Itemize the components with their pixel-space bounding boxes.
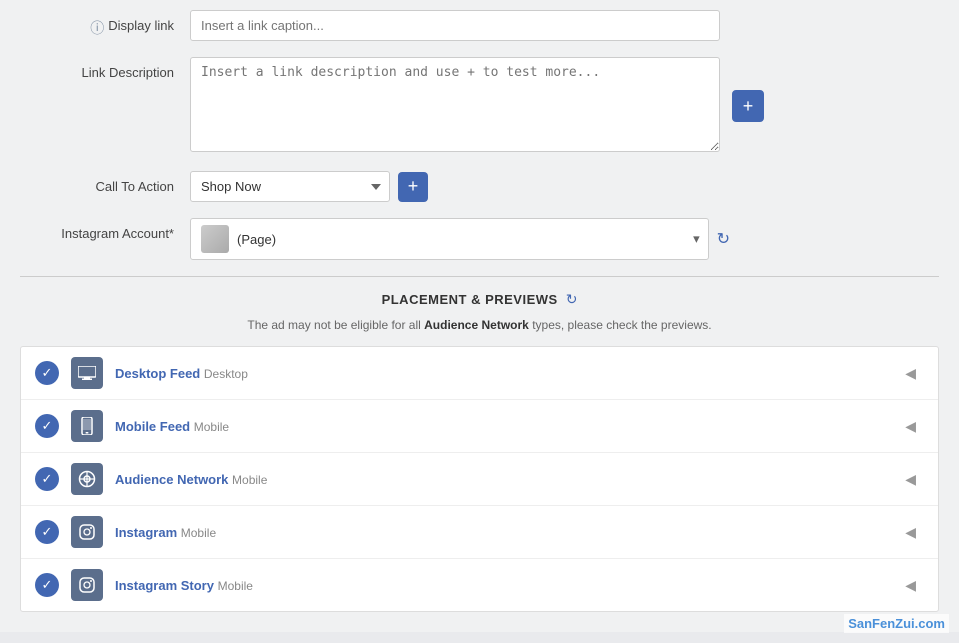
watermark: SanFenZui.com	[844, 614, 949, 633]
audience-network-check[interactable]: ✓	[35, 467, 59, 491]
check-icon: ✓	[42, 524, 53, 540]
instagram-story-check[interactable]: ✓	[35, 573, 59, 597]
link-description-textarea[interactable]	[190, 57, 720, 152]
desktop-feed-check[interactable]: ✓	[35, 361, 59, 385]
cta-select[interactable]: Shop Now Learn More Sign Up Book Now Con…	[190, 171, 390, 202]
description-plus-button[interactable]: +	[732, 90, 764, 122]
cta-controls: Shop Now Learn More Sign Up Book Now Con…	[190, 171, 929, 202]
instagram-select[interactable]: (Page)	[190, 218, 709, 260]
placement-list: ✓ Desktop Feed Desktop ◀ ✓	[20, 346, 939, 612]
instagram-account-control: (Page) ↻	[190, 218, 929, 260]
check-icon: ✓	[42, 365, 53, 381]
mobile-feed-check[interactable]: ✓	[35, 414, 59, 438]
placement-refresh-icon[interactable]: ↻	[566, 291, 578, 308]
display-link-label: ⓘ Display link	[30, 10, 190, 38]
instagram-story-arrow[interactable]: ◀	[897, 573, 924, 598]
desktop-feed-icon	[71, 357, 103, 389]
display-link-input[interactable]	[190, 10, 720, 41]
placement-header: PLACEMENT & PREVIEWS ↻	[20, 291, 939, 308]
section-divider	[20, 276, 939, 277]
textarea-wrapper: +	[190, 57, 720, 155]
placement-item-instagram-story: ✓ Instagram Story Mobile ◀	[21, 559, 938, 611]
placement-item-mobile-feed: ✓ Mobile Feed Mobile ◀	[21, 400, 938, 453]
instagram-story-icon	[71, 569, 103, 601]
placement-item-desktop-feed: ✓ Desktop Feed Desktop ◀	[21, 347, 938, 400]
placement-title: PLACEMENT & PREVIEWS	[382, 292, 558, 307]
link-description-row: Link Description +	[20, 57, 939, 155]
placement-item-instagram: ✓ Instagram Mobile ◀	[21, 506, 938, 559]
instagram-account-label: Instagram Account*	[30, 218, 190, 241]
instagram-story-name: Instagram Story Mobile	[115, 578, 885, 593]
placement-item-audience-network: ✓ Audience Network Mobile ◀	[21, 453, 938, 506]
link-description-control: +	[190, 57, 929, 155]
mobile-feed-arrow[interactable]: ◀	[897, 414, 924, 439]
instagram-account-row: Instagram Account* (Page) ↻	[20, 218, 939, 260]
check-icon: ✓	[42, 577, 53, 593]
link-description-label: Link Description	[30, 57, 190, 80]
mobile-feed-icon	[71, 410, 103, 442]
instagram-controls: (Page) ↻	[190, 218, 730, 260]
instagram-page-label: (Page)	[237, 232, 276, 247]
audience-network-name: Audience Network Mobile	[115, 472, 885, 487]
mobile-feed-name: Mobile Feed Mobile	[115, 419, 885, 434]
instagram-icon	[71, 516, 103, 548]
call-to-action-row: Call To Action Shop Now Learn More Sign …	[20, 171, 939, 202]
audience-network-bold: Audience Network	[424, 318, 529, 332]
instagram-refresh-button[interactable]: ↻	[717, 229, 730, 249]
instagram-name: Instagram Mobile	[115, 525, 885, 540]
help-icon[interactable]: ⓘ	[90, 18, 104, 38]
audience-network-arrow[interactable]: ◀	[897, 467, 924, 492]
instagram-check[interactable]: ✓	[35, 520, 59, 544]
instagram-arrow[interactable]: ◀	[897, 520, 924, 545]
check-icon: ✓	[42, 418, 53, 434]
desktop-feed-arrow[interactable]: ◀	[897, 361, 924, 386]
avatar	[201, 225, 229, 253]
call-to-action-control: Shop Now Learn More Sign Up Book Now Con…	[190, 171, 929, 202]
display-link-row: ⓘ Display link	[20, 10, 939, 41]
desktop-feed-name: Desktop Feed Desktop	[115, 366, 885, 381]
check-icon: ✓	[42, 471, 53, 487]
audience-network-icon	[71, 463, 103, 495]
placement-notice: The ad may not be eligible for all Audie…	[20, 318, 939, 332]
cta-plus-button[interactable]: +	[398, 172, 428, 202]
call-to-action-label: Call To Action	[30, 171, 190, 194]
main-container: ⓘ Display link Link Description + Call T…	[0, 0, 959, 632]
display-link-control	[190, 10, 929, 41]
